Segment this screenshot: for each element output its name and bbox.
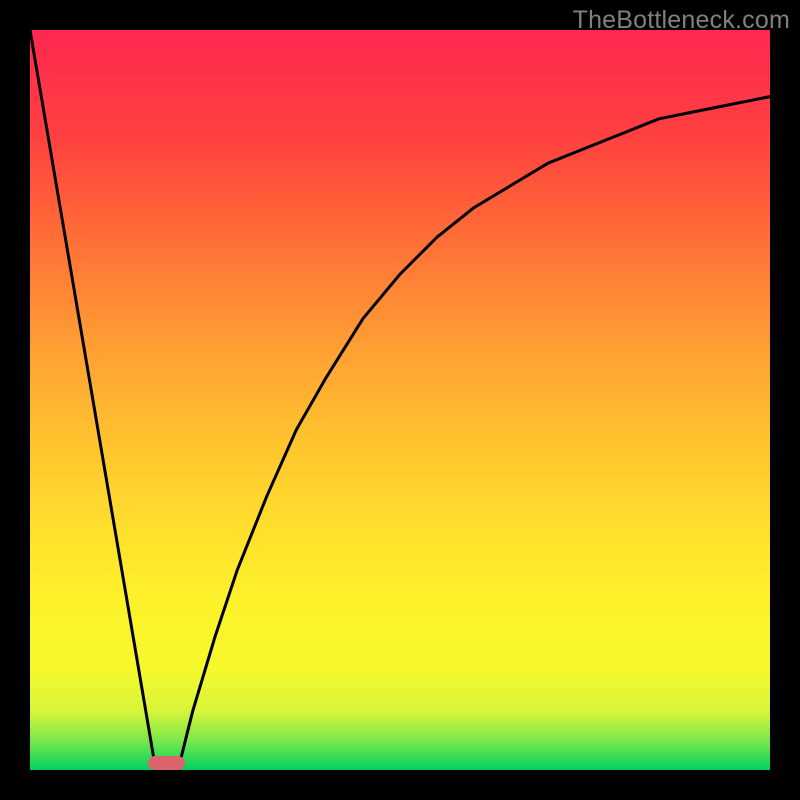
plot-area bbox=[30, 30, 770, 770]
curve-path bbox=[30, 30, 770, 770]
optimal-marker bbox=[148, 756, 185, 770]
chart-frame: TheBottleneck.com bbox=[0, 0, 800, 800]
watermark-text: TheBottleneck.com bbox=[573, 6, 790, 35]
bottleneck-curve bbox=[30, 30, 770, 770]
